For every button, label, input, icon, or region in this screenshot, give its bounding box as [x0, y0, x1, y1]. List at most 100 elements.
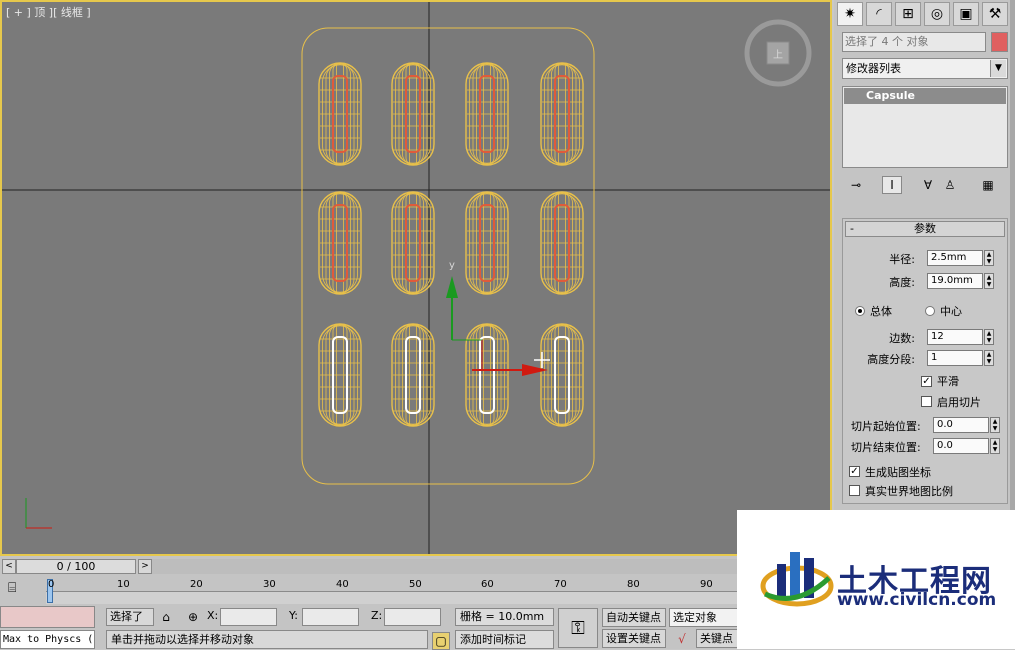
capsule-object[interactable]: [540, 191, 584, 295]
key-icon[interactable]: ⚿: [558, 608, 598, 648]
absolute-mode-icon[interactable]: ⊕: [185, 609, 201, 625]
set-key-button[interactable]: 设置关键点: [602, 629, 666, 648]
watermark-url: www.civilcn.com: [837, 590, 997, 610]
time-next-button[interactable]: >: [138, 559, 152, 574]
slice-from-label: 切片起始位置:: [851, 420, 921, 433]
height-input[interactable]: 19.0mm: [927, 273, 983, 289]
capsule-object[interactable]: [465, 323, 509, 427]
hierarchy-icon[interactable]: ⊞: [895, 2, 921, 26]
slice-from-spinner[interactable]: 0.0 ▲ ▼: [933, 417, 1001, 433]
ruler-tick: 10: [117, 579, 130, 590]
spinner-arrows-icon[interactable]: ▲ ▼: [984, 329, 994, 345]
slice-on-checkbox[interactable]: [921, 396, 932, 407]
capsule-object[interactable]: [391, 191, 435, 295]
track-bar-ruler[interactable]: [46, 591, 746, 605]
grid-size: 栅格 = 10.0mm: [455, 608, 554, 626]
center-radio[interactable]: [925, 306, 935, 316]
display-icon[interactable]: ▣: [953, 2, 979, 26]
object-color-swatch[interactable]: [991, 32, 1008, 52]
add-time-tag[interactable]: 添加时间标记: [455, 630, 554, 649]
slice-to-input[interactable]: 0.0: [933, 438, 989, 454]
capsule-object[interactable]: [540, 323, 584, 427]
spinner-arrows-icon[interactable]: ▲ ▼: [984, 273, 994, 289]
modifier-list-dropdown[interactable]: 修改器列表 ▼: [842, 58, 1008, 79]
smooth-checkbox[interactable]: ✓: [921, 376, 932, 387]
ruler-tick: 50: [409, 579, 422, 590]
height-segments-spinner[interactable]: 1 ▲ ▼: [927, 350, 995, 366]
curve-editor-icon[interactable]: √: [671, 631, 693, 647]
radius-spinner[interactable]: 2.5mm ▲ ▼: [927, 250, 995, 266]
real-world-map-label: 真实世界地图比例: [865, 485, 953, 498]
sides-spinner[interactable]: 12 ▲ ▼: [927, 329, 995, 345]
capsule-object[interactable]: [465, 62, 509, 166]
maxscript-input[interactable]: Max to Physcs (: [0, 630, 95, 649]
x-label: X:: [207, 609, 219, 622]
remove-modifier-icon[interactable]: ♙: [940, 176, 960, 194]
capsule-object[interactable]: [391, 62, 435, 166]
capsule-object[interactable]: [391, 323, 435, 427]
create-icon[interactable]: ✷: [837, 2, 863, 26]
panel-scrollbar[interactable]: [1010, 0, 1015, 510]
show-end-result-icon[interactable]: Ⅰ: [882, 176, 902, 194]
ruler-tick: 40: [336, 579, 349, 590]
maxscript-listener-mini[interactable]: [0, 606, 95, 628]
object-name-field[interactable]: 选择了 4 个 对象: [842, 32, 986, 52]
motion-icon[interactable]: ◎: [924, 2, 950, 26]
capsule-object[interactable]: [318, 323, 362, 427]
viewport-canvas[interactable]: y上: [2, 2, 830, 554]
capsule-object[interactable]: [318, 191, 362, 295]
configure-modifier-sets-icon[interactable]: ▦: [978, 176, 998, 194]
radius-input[interactable]: 2.5mm: [927, 250, 983, 266]
auto-key-button[interactable]: 自动关键点: [602, 608, 666, 627]
capsule-object[interactable]: [318, 62, 362, 166]
radius-label: 半径:: [889, 253, 915, 266]
modifier-list-label: 修改器列表: [846, 62, 901, 75]
real-world-map-checkbox[interactable]: [849, 485, 860, 496]
capsule-object[interactable]: [465, 191, 509, 295]
modifier-stack[interactable]: Capsule: [842, 86, 1008, 168]
slice-to-spinner[interactable]: 0.0 ▲ ▼: [933, 438, 1001, 454]
ruler-tick: 90: [700, 579, 713, 590]
stack-item-capsule[interactable]: Capsule: [844, 88, 1006, 104]
key-points-button[interactable]: 关键点: [696, 629, 739, 648]
time-tag-icon[interactable]: ▢: [432, 632, 450, 650]
pin-stack-icon[interactable]: ⊸: [846, 176, 866, 194]
ruler-tick: 0: [48, 579, 55, 590]
spinner-arrows-icon[interactable]: ▲ ▼: [984, 350, 994, 366]
capsule-object[interactable]: [540, 62, 584, 166]
time-slider[interactable]: 0 / 100: [16, 559, 136, 574]
smooth-label: 平滑: [937, 375, 959, 388]
mini-curve-editor-icon[interactable]: ⌸: [8, 580, 30, 600]
time-prev-button[interactable]: <: [2, 559, 16, 574]
slice-from-input[interactable]: 0.0: [933, 417, 989, 433]
sides-input[interactable]: 12: [927, 329, 983, 345]
time-track[interactable]: [152, 559, 752, 574]
utilities-icon[interactable]: ⚒: [982, 2, 1008, 26]
spinner-arrows-icon[interactable]: ▲ ▼: [984, 250, 994, 266]
z-coord-field[interactable]: [384, 608, 441, 626]
sides-label: 边数:: [889, 332, 915, 345]
x-coord-field[interactable]: [220, 608, 277, 626]
height-spinner[interactable]: 19.0mm ▲ ▼: [927, 273, 995, 289]
key-filter-selected-dropdown[interactable]: 选定对象: [669, 608, 739, 627]
selection-status[interactable]: 选择了: [106, 608, 154, 626]
chevron-down-icon[interactable]: ▼: [990, 60, 1006, 77]
height-segments-input[interactable]: 1: [927, 350, 983, 366]
civilcn-logo-icon: [760, 552, 834, 607]
collapse-icon: -: [850, 222, 854, 235]
lock-icon[interactable]: ⌂: [158, 609, 174, 625]
y-coord-field[interactable]: [302, 608, 359, 626]
gen-map-coords-checkbox[interactable]: ✓: [849, 466, 860, 477]
watermark-logo: 土木工程网 www.civilcn.com: [737, 510, 1015, 649]
viewport-label[interactable]: [ + ] 顶 ][ 线框 ]: [6, 4, 91, 20]
spinner-arrows-icon[interactable]: ▲ ▼: [990, 417, 1000, 433]
ruler-tick: 60: [481, 579, 494, 590]
slice-to-label: 切片结束位置:: [851, 441, 921, 454]
blister-plate-outline: [301, 27, 595, 485]
overall-radio[interactable]: [855, 306, 865, 316]
spinner-arrows-icon[interactable]: ▲ ▼: [990, 438, 1000, 454]
top-viewport[interactable]: y上 [ + ] 顶 ][ 线框 ]: [0, 0, 832, 556]
parameters-rollout-header[interactable]: - 参数: [845, 221, 1005, 237]
modify-icon[interactable]: ◜: [866, 2, 892, 26]
make-unique-icon[interactable]: ∀: [918, 176, 938, 194]
